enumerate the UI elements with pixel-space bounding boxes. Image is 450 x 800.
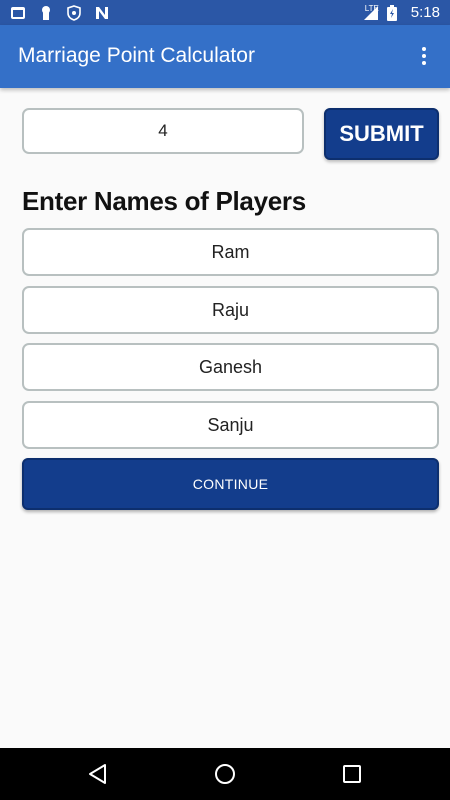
more-vertical-icon[interactable] xyxy=(412,44,436,70)
status-bar: LTE 5:18 xyxy=(0,0,450,25)
navigation-bar xyxy=(0,748,450,800)
keyhole-icon xyxy=(38,5,54,21)
submit-button[interactable]: SUBMIT xyxy=(324,108,439,160)
player-name-field-1[interactable]: Ram xyxy=(22,228,439,276)
back-icon[interactable] xyxy=(86,762,110,786)
n-notification-icon xyxy=(94,5,110,21)
recents-icon[interactable] xyxy=(340,762,364,786)
battery-charging-icon xyxy=(386,4,403,21)
player-name-field-3[interactable]: Ganesh xyxy=(22,343,439,391)
app-bar: Marriage Point Calculator xyxy=(0,25,450,88)
app-notification-icon xyxy=(10,5,26,21)
player-name-field-2[interactable]: Raju xyxy=(22,286,439,334)
network-label: LTE xyxy=(364,4,379,13)
section-title: Enter Names of Players xyxy=(22,186,306,216)
home-icon[interactable] xyxy=(213,762,237,786)
status-time: 5:18 xyxy=(410,4,440,21)
shield-icon xyxy=(66,5,82,21)
status-notifications xyxy=(10,5,110,21)
app-title: Marriage Point Calculator xyxy=(18,44,255,67)
status-system: LTE 5:18 xyxy=(363,4,440,21)
continue-button[interactable]: CONTINUE xyxy=(22,458,439,510)
player-name-field-4[interactable]: Sanju xyxy=(22,401,439,449)
player-count-input[interactable]: 4 xyxy=(22,108,304,154)
